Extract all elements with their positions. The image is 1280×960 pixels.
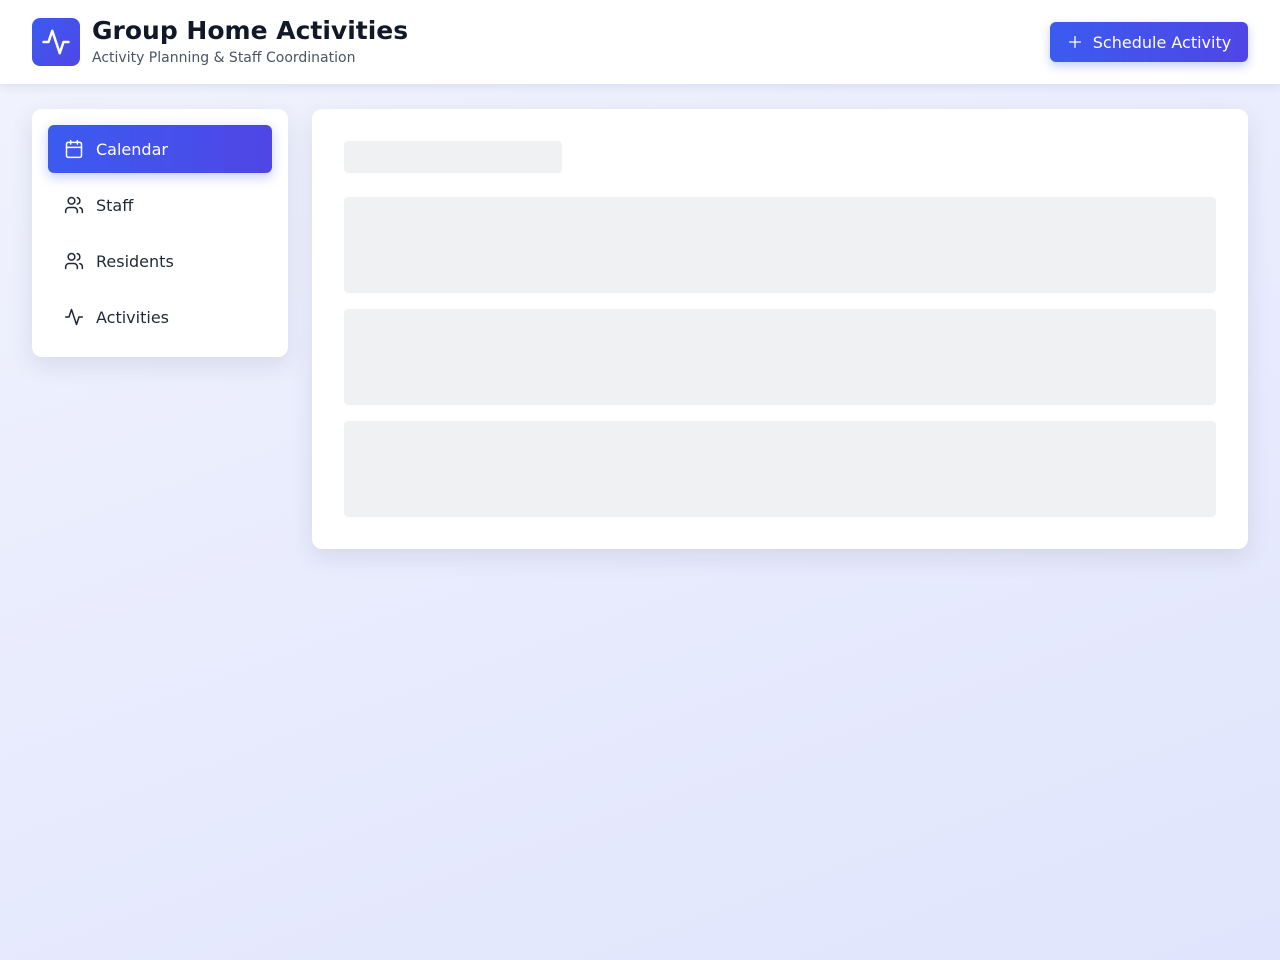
sidebar-item-activities[interactable]: Activities [48, 293, 272, 341]
users-icon [64, 251, 84, 271]
users-icon [64, 195, 84, 215]
activity-icon [64, 307, 84, 327]
brand: Group Home Activities Activity Planning … [32, 16, 408, 68]
schedule-activity-label: Schedule Activity [1092, 32, 1232, 52]
app-logo [32, 18, 80, 66]
sidebar-item-calendar[interactable]: Calendar [48, 125, 272, 173]
skeleton-card-placeholder [344, 421, 1216, 517]
brand-text: Group Home Activities Activity Planning … [92, 16, 408, 68]
app-header: Group Home Activities Activity Planning … [0, 0, 1280, 84]
schedule-activity-button[interactable]: Schedule Activity [1050, 22, 1248, 62]
calendar-icon [64, 139, 84, 159]
skeleton-card-placeholder [344, 197, 1216, 293]
app-subtitle: Activity Planning & Staff Coordination [92, 50, 356, 66]
sidebar: Calendar Staff Residents Activities [32, 109, 288, 357]
sidebar-item-label: Activities [96, 307, 169, 327]
sidebar-item-label: Staff [96, 195, 134, 215]
plus-icon [1067, 34, 1083, 50]
app-title: Group Home Activities [92, 16, 409, 45]
sidebar-item-label: Residents [96, 251, 174, 271]
sidebar-item-label: Calendar [96, 139, 168, 159]
skeleton-title-placeholder [344, 141, 562, 173]
sidebar-item-residents[interactable]: Residents [48, 237, 272, 285]
main-content-loading [312, 109, 1248, 549]
activity-icon [42, 29, 70, 55]
skeleton-card-placeholder [344, 309, 1216, 405]
sidebar-item-staff[interactable]: Staff [48, 181, 272, 229]
